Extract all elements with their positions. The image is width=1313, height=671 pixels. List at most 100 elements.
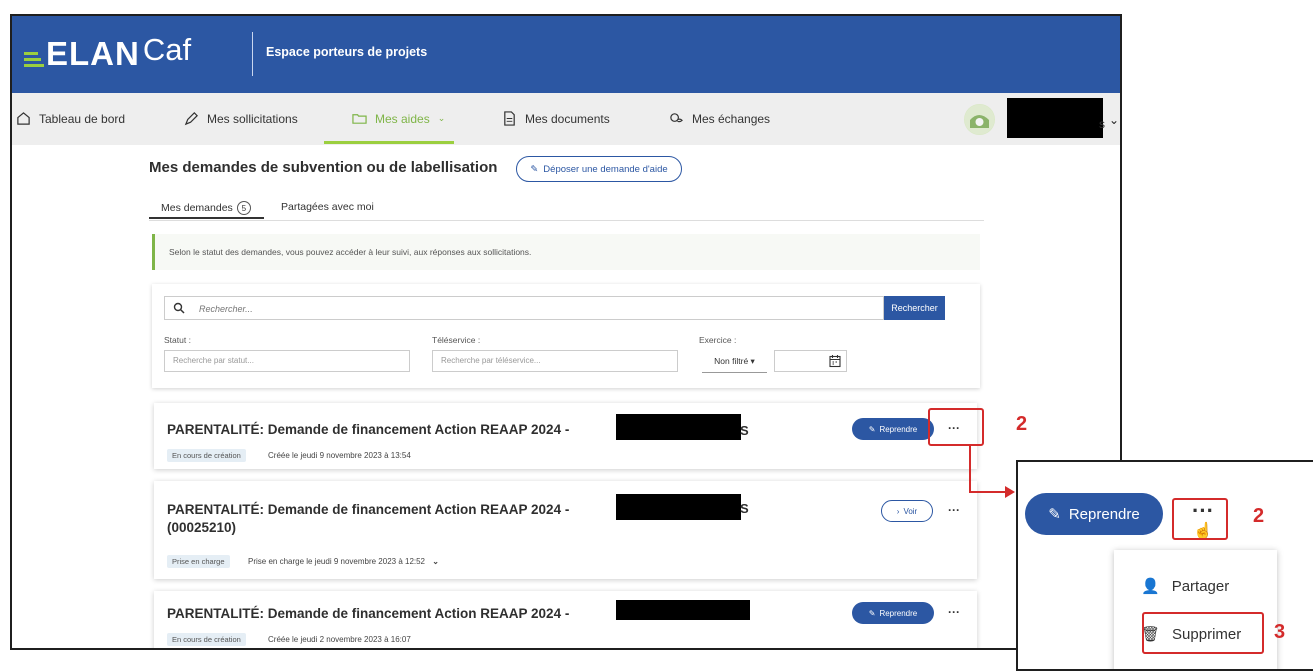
request-title: PARENTALITÉ: Demande de financement Acti…	[167, 422, 570, 437]
logo-elan-text: ELAN	[46, 35, 140, 72]
tab-label: Mes demandes	[161, 202, 233, 214]
title-suffix: S	[740, 423, 749, 438]
annotation-highlight-box	[928, 408, 984, 446]
annotation-arrow-head	[1005, 486, 1015, 498]
calendar-icon[interactable]	[829, 354, 841, 368]
annotation-step-2: 2	[1253, 505, 1265, 527]
app-title: Espace porteurs de projets	[266, 45, 428, 59]
logo-caf-text: Caf	[142, 31, 192, 67]
request-title: PARENTALITÉ: Demande de financement Acti…	[167, 502, 570, 535]
share-user-icon: 👤	[1141, 578, 1160, 595]
logo-bars-icon	[24, 51, 44, 67]
filter-panel: Rechercher Statut : Recherche par statut…	[152, 284, 980, 388]
search-icon	[173, 302, 185, 314]
deposit-request-button[interactable]: ✎ Déposer une demande d'aide	[516, 156, 682, 182]
resume-label: Reprendre	[1068, 505, 1140, 523]
status-date: Créée le jeudi 2 novembre 2023 à 16:07	[268, 635, 411, 644]
chevron-right-icon: ›	[896, 506, 900, 516]
redacted-name	[616, 494, 741, 520]
requests-tabs: Mes demandes 5 Partagées avec moi	[149, 192, 984, 221]
chat-icon	[670, 113, 683, 123]
search-box	[164, 296, 884, 321]
exercise-select[interactable]: Non filtré ▾	[702, 350, 767, 373]
info-message: Selon le statut des demandes, vous pouve…	[152, 234, 980, 270]
nav-label: Tableau de bord	[39, 111, 126, 126]
status-label: Statut :	[164, 335, 191, 345]
resume-button[interactable]: ✎ Reprendre	[852, 602, 934, 624]
search-input[interactable]	[197, 297, 801, 321]
pen-icon	[184, 112, 198, 126]
share-label: Partager	[1171, 577, 1230, 595]
search-button[interactable]: Rechercher	[884, 296, 945, 320]
status-filter-input[interactable]: Recherche par statut...	[164, 350, 410, 372]
top-header: ELAN Caf Espace porteurs de projets	[12, 16, 1120, 93]
nav-item-sollicitations[interactable]: Mes sollicitations	[184, 111, 298, 126]
exercise-label: Exercice :	[699, 335, 737, 345]
annotation-highlight-box	[1172, 498, 1228, 540]
annotation-arrow	[969, 445, 971, 492]
title-suffix: S	[740, 501, 749, 516]
nav-label: Mes documents	[525, 111, 610, 126]
resume-label: Reprendre	[879, 608, 918, 618]
zoom-inset: ✎ Reprendre ··· ☝ 2 👤 Partager 🗑 Supprime…	[1016, 460, 1313, 671]
request-card[interactable]: PARENTALITÉ: Demande de financement Acti…	[154, 481, 977, 579]
more-options-button[interactable]: ···	[944, 606, 964, 621]
request-card[interactable]: PARENTALITÉ: Demande de financement Acti…	[154, 403, 977, 469]
pencil-icon: ✎	[868, 608, 876, 618]
chevron-down-icon[interactable]: ⌄	[432, 557, 439, 566]
status-badge: En cours de création	[167, 633, 246, 646]
nav-label: Mes sollicitations	[207, 111, 298, 126]
request-card[interactable]: PARENTALITÉ: Demande de financement Acti…	[154, 591, 977, 648]
page-title: Mes demandes de subvention ou de labelli…	[149, 159, 498, 176]
view-button[interactable]: › Voir	[881, 500, 933, 522]
annotation-arrow	[969, 491, 1007, 493]
redacted-username	[1007, 98, 1103, 138]
resume-label: Reprendre	[879, 424, 918, 434]
user-avatar[interactable]	[964, 104, 995, 135]
exercise-year-input[interactable]	[774, 350, 847, 372]
resume-button[interactable]: ✎ Reprendre	[1025, 493, 1163, 535]
status-date: Créée le jeudi 9 novembre 2023 à 13:54	[268, 451, 411, 460]
redacted-name	[616, 414, 741, 440]
avatar-icon	[964, 104, 995, 135]
nav-label: Mes aides	[375, 111, 430, 126]
document-icon	[504, 111, 515, 126]
header-divider	[252, 32, 253, 76]
count-badge: 5	[236, 201, 251, 215]
tab-label: Partagées avec moi	[281, 201, 374, 213]
teleservice-filter-input[interactable]: Recherche par téléservice...	[432, 350, 678, 372]
request-title: PARENTALITÉ: Demande de financement Acti…	[167, 606, 570, 621]
nav-label: Mes échanges	[692, 111, 771, 126]
nav-item-exchanges[interactable]: Mes échanges	[669, 111, 770, 126]
status-badge: En cours de création	[167, 449, 246, 462]
main-nav: Tableau de bord Mes sollicitations Mes a…	[12, 93, 1120, 145]
nav-item-dashboard[interactable]: Tableau de bord	[16, 111, 125, 126]
tab-shared[interactable]: Partagées avec moi	[281, 201, 374, 213]
request-id: (00025210)	[167, 520, 237, 535]
pencil-icon: ✎	[868, 424, 876, 434]
view-label: Voir	[903, 506, 918, 516]
folder-icon	[352, 114, 367, 124]
pencil-icon: ✎	[1048, 506, 1061, 523]
status-badge: Prise en charge	[167, 555, 230, 568]
chevron-down-icon: ⌄	[437, 113, 446, 123]
pencil-icon: ✎	[530, 163, 539, 175]
deposit-button-label: Déposer une demande d'aide	[543, 163, 668, 175]
info-text: Selon le statut des demandes, vous pouve…	[169, 247, 532, 257]
teleservice-label: Téléservice :	[432, 335, 481, 345]
chevron-down-icon[interactable]: ⌄	[1109, 113, 1119, 127]
active-tab-underline	[149, 217, 264, 219]
resume-button[interactable]: ✎ Reprendre	[852, 418, 934, 440]
annotation-highlight-box	[1142, 612, 1264, 654]
tab-my-requests[interactable]: Mes demandes 5	[161, 201, 251, 215]
home-icon	[17, 112, 30, 125]
more-options-button[interactable]: ···	[944, 504, 964, 519]
nav-item-aides[interactable]: Mes aides ⌄	[352, 111, 445, 126]
annotation-step-3: 3	[1274, 621, 1286, 643]
elan-caf-logo[interactable]: ELAN Caf	[24, 24, 191, 84]
status-date: Prise en charge le jeudi 9 novembre 2023…	[248, 557, 439, 566]
annotation-step-2: 2	[1016, 413, 1028, 435]
nav-item-documents[interactable]: Mes documents	[502, 111, 610, 126]
app-window: ELAN Caf Espace porteurs de projets Tabl…	[10, 14, 1122, 650]
share-menu-item[interactable]: 👤 Partager	[1141, 577, 1230, 596]
